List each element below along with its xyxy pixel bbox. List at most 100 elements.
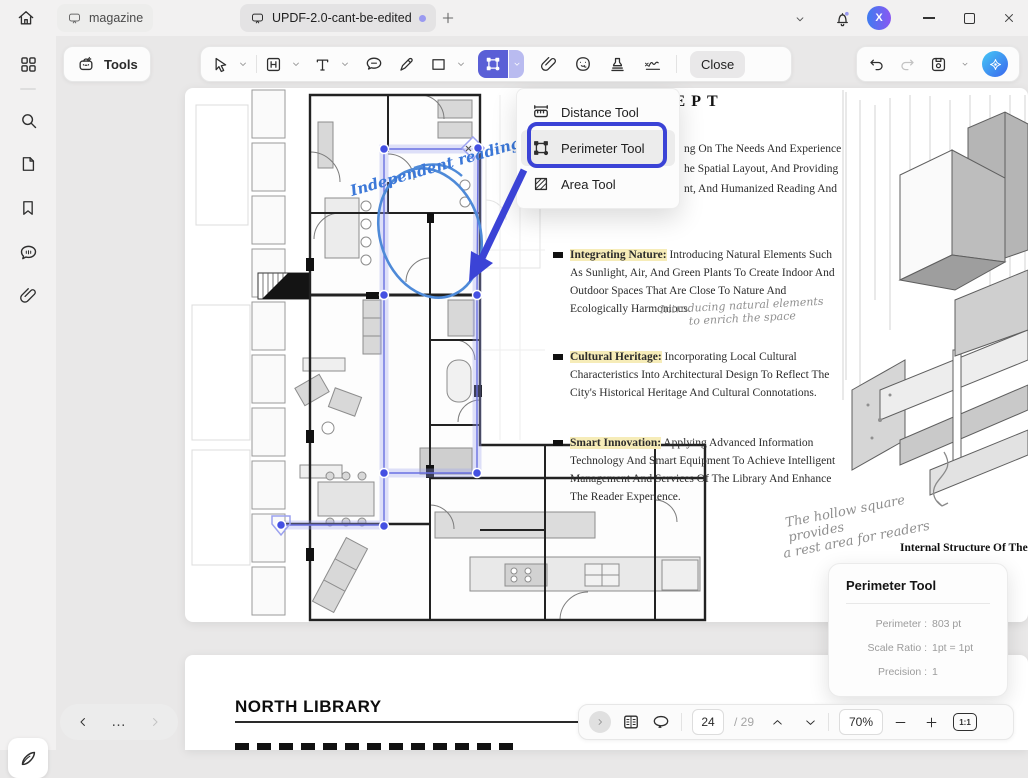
sidebar-bookmarks-button[interactable] <box>16 196 40 220</box>
comment-tool-button[interactable] <box>364 54 384 74</box>
undo-button[interactable] <box>867 55 886 74</box>
zoom-level-input[interactable]: 70% <box>839 709 883 735</box>
row-value: 1 <box>932 666 938 679</box>
perimeter-tool-icon <box>484 55 502 73</box>
redo-button[interactable] <box>898 55 917 74</box>
chevron-down-icon <box>793 12 807 26</box>
para-line-2: he Spatial Layout, And Providing <box>684 159 841 179</box>
close-tools-button[interactable]: Close <box>690 51 745 78</box>
bell-icon <box>833 9 852 28</box>
rectangle-icon <box>429 55 448 74</box>
actual-size-button[interactable]: 1:1 <box>953 713 977 731</box>
pen-icon <box>397 55 416 74</box>
tab-magazine[interactable]: magazine <box>57 4 153 32</box>
prev-icon[interactable] <box>76 715 90 729</box>
notifications-button[interactable] <box>830 6 854 30</box>
sticker-tool-button[interactable] <box>573 54 593 74</box>
page-number-input[interactable]: 24 <box>692 709 724 735</box>
sidebar-pages-button[interactable] <box>16 152 40 176</box>
chevron-down-icon[interactable] <box>455 58 467 70</box>
bullet-smart-innovation: Smart Innovation: Applying Advanced Info… <box>553 434 839 506</box>
brand-button[interactable] <box>8 738 48 778</box>
divider <box>676 55 677 73</box>
sidebar-comments-button[interactable] <box>16 240 40 264</box>
page-total: / 29 <box>734 715 754 729</box>
minimize-icon <box>923 17 935 19</box>
tab-label: magazine <box>89 11 143 25</box>
updf-pen-icon <box>17 747 39 769</box>
menu-item-label: Area Tool <box>561 177 616 192</box>
title-bar: magazine UPDF-2.0-cant-be-edited X <box>0 0 1028 36</box>
pointer-icon <box>211 55 230 74</box>
tutorial-highlight-box <box>527 122 667 168</box>
bookmark-icon <box>18 198 38 218</box>
row-value: 1pt = 1pt <box>932 642 973 655</box>
undo-icon <box>867 55 886 74</box>
menu-item-area-tool[interactable]: Area Tool <box>521 166 675 202</box>
select-tool-button[interactable] <box>211 55 230 74</box>
more-button[interactable]: … <box>111 717 127 727</box>
zoom-in-button[interactable] <box>924 715 939 730</box>
ratio-label: 1:1 <box>959 718 971 727</box>
panel-row-perimeter: Perimeter :803 pt <box>839 618 997 631</box>
chevron-down-icon[interactable] <box>237 58 249 70</box>
comment-bubble-icon <box>364 54 384 74</box>
maximize-button[interactable] <box>956 6 982 30</box>
bullet-cultural-heritage: Cultural Heritage: Incorporating Local C… <box>553 348 839 402</box>
home-icon <box>16 8 36 28</box>
sidebar-thumbnails-button[interactable] <box>16 52 40 76</box>
shape-tool-button[interactable] <box>429 55 448 74</box>
home-button[interactable] <box>12 4 40 32</box>
measure-tool-dropdown-button[interactable] <box>509 50 524 78</box>
clipped-heading <box>235 743 520 750</box>
tabs-overflow-button[interactable] <box>789 8 811 30</box>
ai-assistant-button[interactable] <box>982 51 1008 77</box>
next-icon[interactable] <box>148 715 162 729</box>
avatar[interactable]: X <box>867 6 891 30</box>
panel-title: Perimeter Tool <box>829 564 1007 603</box>
pencil-tool-button[interactable] <box>397 55 416 74</box>
distance-tool-icon <box>531 102 551 122</box>
reading-mode-button[interactable] <box>621 712 641 732</box>
page-up-button[interactable] <box>770 715 785 730</box>
chevron-down-icon[interactable] <box>290 58 302 70</box>
header-tool-button[interactable] <box>264 55 283 74</box>
panel-row-precision: Precision : 1 <box>839 666 997 679</box>
zoom-out-button[interactable] <box>893 715 908 730</box>
bullet-lead: Smart Innovation: <box>570 437 661 449</box>
chevron-down-icon <box>512 59 522 69</box>
divider <box>681 713 682 731</box>
expand-bar-button[interactable] <box>589 711 611 733</box>
text-tool-button[interactable] <box>313 55 332 74</box>
page-nav-pill: … <box>60 704 178 740</box>
tab-updf-active[interactable]: UPDF-2.0-cant-be-edited <box>240 4 436 32</box>
minimize-button[interactable] <box>916 6 942 30</box>
updf-app: { "window": { "tab_inactive": "magazine"… <box>0 0 1028 750</box>
presentation-mode-button[interactable] <box>651 712 671 732</box>
chevron-down-icon[interactable] <box>339 58 351 70</box>
sidebar-search-button[interactable] <box>16 108 40 132</box>
tools-button[interactable]: Tools <box>63 46 151 82</box>
paperclip-icon <box>18 286 38 306</box>
page-number-value: 24 <box>701 715 714 729</box>
tab-label: UPDF-2.0-cant-be-edited <box>272 11 412 25</box>
attach-tool-button[interactable] <box>539 55 558 74</box>
sidebar-attachments-button[interactable] <box>16 284 40 308</box>
bullet-lead: Cultural Heritage: <box>570 351 662 363</box>
para-line-3: nt, And Humanized Reading And <box>684 179 841 199</box>
divider <box>828 713 829 731</box>
row-label: Precision : <box>839 666 927 679</box>
comment-icon <box>18 242 39 263</box>
chevron-down-icon[interactable] <box>960 58 970 70</box>
text-icon <box>313 55 332 74</box>
new-tab-button[interactable] <box>434 4 462 32</box>
smiley-icon <box>573 54 593 74</box>
close-window-button[interactable] <box>996 6 1022 30</box>
measure-tool-button-selected[interactable] <box>478 50 508 78</box>
signature-tool-button[interactable] <box>642 54 663 75</box>
save-button[interactable] <box>929 55 948 74</box>
stamp-tool-button[interactable] <box>608 55 627 74</box>
page-down-button[interactable] <box>803 715 818 730</box>
document-tab-icon <box>67 11 82 26</box>
avatar-initial: X <box>875 12 882 24</box>
